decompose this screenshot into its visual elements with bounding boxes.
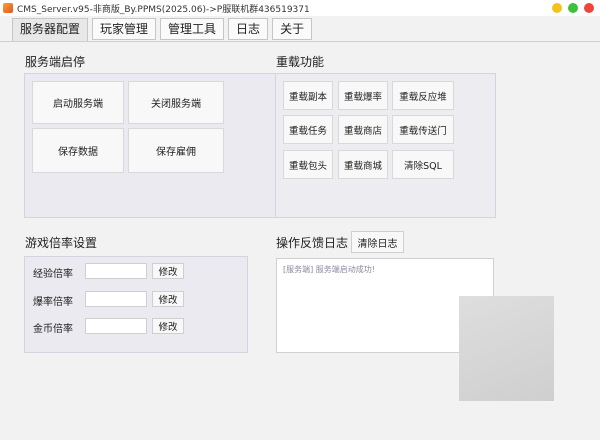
tab-bar: 服务器配置 玩家管理 管理工具 日志 关于 bbox=[12, 18, 313, 42]
reload-portal-button[interactable]: 重载传送门 bbox=[392, 115, 454, 144]
minimize-icon[interactable] bbox=[552, 3, 562, 13]
clear-log-button[interactable]: 清除日志 bbox=[351, 231, 404, 253]
drop-rate-label: 爆率倍率 bbox=[33, 297, 73, 308]
reload-droprate-button[interactable]: 重载爆率 bbox=[338, 81, 388, 110]
gold-rate-modify-button[interactable]: 修改 bbox=[152, 318, 184, 334]
tab-about[interactable]: 关于 bbox=[272, 18, 313, 40]
exp-rate-label: 经验倍率 bbox=[33, 269, 73, 280]
gold-rate-input[interactable] bbox=[85, 318, 147, 334]
save-employ-button[interactable]: 保存雇佣 bbox=[128, 128, 224, 173]
reload-reactor-button[interactable]: 重载反应堆 bbox=[392, 81, 454, 110]
save-data-button[interactable]: 保存数据 bbox=[32, 128, 124, 173]
stop-server-button[interactable]: 关闭服务端 bbox=[128, 81, 224, 124]
log-entry: [服务端] 服务端启动成功! bbox=[283, 265, 375, 274]
window-title: CMS_Server.v95-非商版_By.PPMS(2025.06)->P服联… bbox=[17, 4, 310, 15]
reload-section-title: 重载功能 bbox=[276, 55, 325, 69]
tab-log[interactable]: 日志 bbox=[228, 18, 269, 40]
gold-rate-label: 金币倍率 bbox=[33, 324, 73, 335]
rates-section-title: 游戏倍率设置 bbox=[25, 236, 98, 250]
blurred-overlay bbox=[459, 296, 554, 401]
tab-divider bbox=[0, 41, 600, 42]
start-server-button[interactable]: 启动服务端 bbox=[32, 81, 124, 124]
tab-player-management[interactable]: 玩家管理 bbox=[92, 18, 157, 40]
reload-dungeon-button[interactable]: 重载副本 bbox=[283, 81, 333, 110]
title-bar: CMS_Server.v95-非商版_By.PPMS(2025.06)->P服联… bbox=[0, 0, 600, 16]
exp-rate-input[interactable] bbox=[85, 263, 147, 279]
close-icon[interactable] bbox=[584, 3, 594, 13]
server-section-title: 服务端启停 bbox=[25, 55, 86, 69]
app-icon bbox=[3, 3, 13, 13]
window-controls bbox=[552, 3, 594, 13]
reload-packet-header-button[interactable]: 重载包头 bbox=[283, 150, 333, 179]
tab-admin-tools[interactable]: 管理工具 bbox=[160, 18, 225, 40]
log-section-title: 操作反馈日志 bbox=[276, 236, 349, 250]
tab-server-config[interactable]: 服务器配置 bbox=[12, 18, 89, 42]
maximize-icon[interactable] bbox=[568, 3, 578, 13]
reload-shop-button[interactable]: 重载商店 bbox=[338, 115, 388, 144]
drop-rate-input[interactable] bbox=[85, 291, 147, 307]
reload-quest-button[interactable]: 重载任务 bbox=[283, 115, 333, 144]
exp-rate-modify-button[interactable]: 修改 bbox=[152, 263, 184, 279]
drop-rate-modify-button[interactable]: 修改 bbox=[152, 291, 184, 307]
clear-sql-button[interactable]: 清除SQL bbox=[392, 150, 454, 179]
reload-mall-button[interactable]: 重载商城 bbox=[338, 150, 388, 179]
